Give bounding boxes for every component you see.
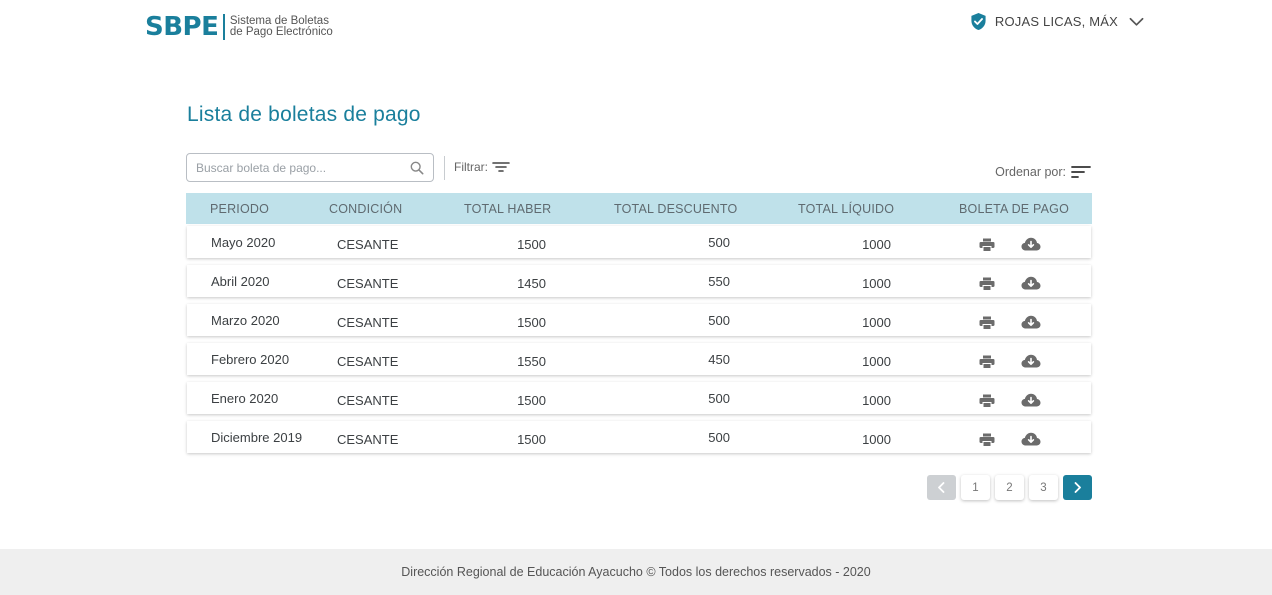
page-button-3[interactable]: 3 (1029, 475, 1058, 500)
cloud-download-icon[interactable] (1021, 354, 1041, 368)
sort-control[interactable]: Ordenar por: (995, 165, 1091, 179)
col-total-descuento[interactable]: TOTAL DESCUENTO (614, 202, 737, 216)
cell-total-descuento: 500 (708, 313, 730, 328)
logo-subtitle: Sistema de Boletas de Pago Electrónico (229, 15, 333, 38)
logo-divider (223, 14, 225, 40)
table-row[interactable]: Enero 2020 CESANTE 1500 500 1000 (187, 382, 1091, 414)
app-logo[interactable]: SBPE Sistema de Boletas de Pago Electrón… (145, 14, 333, 40)
cell-periodo: Diciembre 2019 (211, 430, 303, 445)
cell-condicion: CESANTE (337, 237, 399, 252)
cell-total-descuento: 550 (708, 274, 730, 289)
cell-condicion: CESANTE (337, 432, 399, 447)
chevron-right-icon (1074, 482, 1081, 493)
table-row[interactable]: Febrero 2020 CESANTE 1550 450 1000 (187, 343, 1091, 375)
sort-icon[interactable] (1071, 165, 1091, 179)
logo-mark: SBPE (145, 12, 219, 42)
cell-total-descuento: 500 (708, 391, 730, 406)
pagination: 1 2 3 (927, 475, 1092, 500)
col-total-haber[interactable]: TOTAL HABER (464, 202, 551, 216)
col-condicion[interactable]: CONDICIÓN (329, 202, 402, 216)
cell-total-liquido: 1000 (862, 237, 891, 252)
cloud-download-icon[interactable] (1021, 276, 1041, 290)
print-icon[interactable] (979, 277, 995, 291)
cloud-download-icon[interactable] (1021, 393, 1041, 407)
prev-page-button[interactable] (927, 475, 956, 500)
cell-total-haber: 1500 (517, 432, 546, 447)
cell-total-liquido: 1000 (862, 315, 891, 330)
search-box[interactable] (186, 153, 434, 182)
table-header: PERIODO CONDICIÓN TOTAL HABER TOTAL DESC… (186, 193, 1092, 224)
chevron-left-icon (938, 482, 945, 493)
filter-icon[interactable] (492, 161, 510, 173)
page-button-1[interactable]: 1 (961, 475, 990, 500)
cell-periodo: Mayo 2020 (211, 235, 276, 250)
cell-total-descuento: 450 (708, 352, 730, 367)
table-row[interactable]: Diciembre 2019 CESANTE 1500 500 1000 (187, 421, 1091, 453)
cell-total-haber: 1450 (517, 276, 546, 291)
cell-periodo: Abril 2020 (211, 274, 270, 289)
cell-total-haber: 1500 (517, 393, 546, 408)
toolbar-divider (444, 156, 445, 180)
print-icon[interactable] (979, 394, 995, 408)
cell-total-descuento: 500 (708, 430, 730, 445)
cell-periodo: Febrero 2020 (211, 352, 290, 367)
cell-condicion: CESANTE (337, 315, 399, 330)
print-icon[interactable] (979, 355, 995, 369)
table-row[interactable]: Abril 2020 CESANTE 1450 550 1000 (187, 265, 1091, 297)
table-row[interactable]: Mayo 2020 CESANTE 1500 500 1000 (187, 226, 1091, 258)
cell-total-liquido: 1000 (862, 276, 891, 291)
filter-label: Filtrar: (454, 160, 488, 174)
cell-condicion: CESANTE (337, 393, 399, 408)
cell-total-haber: 1550 (517, 354, 546, 369)
page-button-2[interactable]: 2 (995, 475, 1024, 500)
cell-periodo: Enero 2020 (211, 391, 279, 406)
cell-condicion: CESANTE (337, 276, 399, 291)
search-input[interactable] (187, 154, 397, 181)
cell-condicion: CESANTE (337, 354, 399, 369)
cell-total-haber: 1500 (517, 237, 546, 252)
col-boleta-de-pago: BOLETA DE PAGO (959, 202, 1070, 216)
footer-text: Dirección Regional de Educación Ayacucho… (401, 565, 871, 579)
filter-control[interactable]: Filtrar: (454, 160, 510, 174)
cell-total-liquido: 1000 (862, 432, 891, 447)
cell-total-liquido: 1000 (862, 354, 891, 369)
search-icon[interactable] (410, 161, 424, 175)
user-name: ROJAS LICAS, MÁX (994, 14, 1118, 29)
print-icon[interactable] (979, 433, 995, 447)
cloud-download-icon[interactable] (1021, 237, 1041, 251)
print-icon[interactable] (979, 238, 995, 252)
logo-subtitle-line2: de Pago Electrónico (229, 26, 333, 38)
cloud-download-icon[interactable] (1021, 315, 1041, 329)
print-icon[interactable] (979, 316, 995, 330)
cell-total-liquido: 1000 (862, 393, 891, 408)
chevron-down-icon[interactable] (1129, 17, 1144, 27)
cell-total-haber: 1500 (517, 315, 546, 330)
footer: Dirección Regional de Educación Ayacucho… (0, 549, 1272, 595)
sort-label: Ordenar por: (995, 165, 1066, 179)
cell-total-descuento: 500 (708, 235, 730, 250)
table-row[interactable]: Marzo 2020 CESANTE 1500 500 1000 (187, 304, 1091, 336)
shield-check-icon (971, 13, 986, 30)
cell-periodo: Marzo 2020 (211, 313, 280, 328)
cloud-download-icon[interactable] (1021, 432, 1041, 446)
next-page-button[interactable] (1063, 475, 1092, 500)
page-title: Lista de boletas de pago (187, 103, 421, 126)
col-total-liquido[interactable]: TOTAL LÍQUIDO (798, 202, 894, 216)
user-menu[interactable]: ROJAS LICAS, MÁX (970, 12, 1144, 31)
col-periodo[interactable]: PERIODO (210, 202, 269, 216)
